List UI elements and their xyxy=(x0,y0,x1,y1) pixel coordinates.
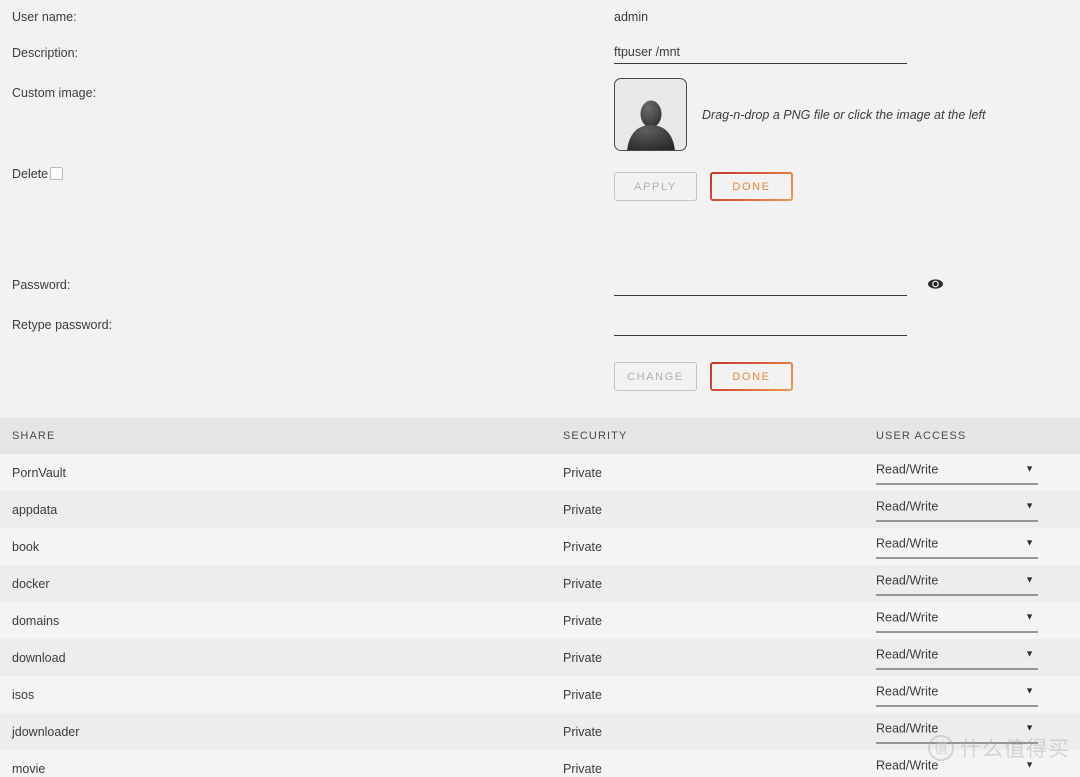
user-access-value: Read/Write xyxy=(876,610,939,624)
share-name-cell: book xyxy=(12,539,40,554)
table-row: docker Private Read/Write ▼ xyxy=(0,565,1080,602)
drag-drop-hint: Drag-n-drop a PNG file or click the imag… xyxy=(702,108,986,122)
user-access-value: Read/Write xyxy=(876,536,939,550)
user-access-value: Read/Write xyxy=(876,462,939,476)
user-access-value: Read/Write xyxy=(876,684,939,698)
table-row: appdata Private Read/Write ▼ xyxy=(0,491,1080,528)
table-row: PornVault Private Read/Write ▼ xyxy=(0,454,1080,491)
security-cell: Private xyxy=(563,576,602,591)
user-access-select[interactable]: Read/Write ▼ xyxy=(876,683,1038,706)
user-access-value: Read/Write xyxy=(876,573,939,587)
avatar-dropzone[interactable] xyxy=(614,78,687,151)
password-label: Password: xyxy=(12,278,71,292)
security-cell: Private xyxy=(563,650,602,665)
user-access-value: Read/Write xyxy=(876,721,939,735)
share-name-cell: domains xyxy=(12,613,60,628)
security-cell: Private xyxy=(563,687,602,702)
chevron-down-icon: ▼ xyxy=(1025,611,1034,621)
table-row: jdownloader Private Read/Write ▼ xyxy=(0,713,1080,750)
password-done-button[interactable]: DONE xyxy=(710,362,793,391)
table-row: download Private Read/Write ▼ xyxy=(0,639,1080,676)
user-settings-page: User name: admin Description: Custom ima… xyxy=(0,0,1080,777)
password-input[interactable] xyxy=(614,276,907,296)
chevron-down-icon: ▼ xyxy=(1025,500,1034,510)
user-done-button[interactable]: DONE xyxy=(710,172,793,201)
share-name-cell: movie xyxy=(12,761,46,776)
table-row: book Private Read/Write ▼ xyxy=(0,528,1080,565)
apply-button[interactable]: APPLY xyxy=(614,172,697,201)
chevron-down-icon: ▼ xyxy=(1025,722,1034,732)
user-access-select[interactable]: Read/Write ▼ xyxy=(876,720,1038,743)
user-form: User name: admin Description: Custom ima… xyxy=(0,0,1080,412)
user-access-select[interactable]: Read/Write ▼ xyxy=(876,535,1038,558)
username-label: User name: xyxy=(12,10,77,24)
table-header-row: SHARE SECURITY USER ACCESS xyxy=(0,418,1080,454)
security-cell: Private xyxy=(563,539,602,554)
table-row: isos Private Read/Write ▼ xyxy=(0,676,1080,713)
delete-checkbox[interactable] xyxy=(50,167,63,180)
security-cell: Private xyxy=(563,761,602,776)
security-cell: Private xyxy=(563,502,602,517)
change-button[interactable]: CHANGE xyxy=(614,362,697,391)
security-cell: Private xyxy=(563,465,602,480)
user-access-value: Read/Write xyxy=(876,758,939,772)
column-header-security: SECURITY xyxy=(563,430,628,442)
share-name-cell: appdata xyxy=(12,502,58,517)
security-cell: Private xyxy=(563,613,602,628)
user-access-select[interactable]: Read/Write ▼ xyxy=(876,609,1038,632)
user-access-value: Read/Write xyxy=(876,647,939,661)
column-header-user-access: USER ACCESS xyxy=(876,430,967,442)
description-label: Description: xyxy=(12,46,78,60)
username-value: admin xyxy=(614,10,649,24)
share-name-cell: docker xyxy=(12,576,50,591)
eye-icon[interactable] xyxy=(927,277,944,291)
user-access-select[interactable]: Read/Write ▼ xyxy=(876,646,1038,669)
security-cell: Private xyxy=(563,724,602,739)
shares-table: SHARE SECURITY USER ACCESS PornVault Priv… xyxy=(0,418,1080,777)
chevron-down-icon: ▼ xyxy=(1025,685,1034,695)
user-access-select[interactable]: Read/Write ▼ xyxy=(876,461,1038,484)
chevron-down-icon: ▼ xyxy=(1025,463,1034,473)
user-access-select[interactable]: Read/Write ▼ xyxy=(876,572,1038,595)
share-name-cell: jdownloader xyxy=(12,724,80,739)
description-input[interactable] xyxy=(614,44,907,64)
user-access-select[interactable]: Read/Write ▼ xyxy=(876,498,1038,521)
user-access-value: Read/Write xyxy=(876,499,939,513)
chevron-down-icon: ▼ xyxy=(1025,648,1034,658)
share-name-cell: isos xyxy=(12,687,35,702)
custom-image-label: Custom image: xyxy=(12,86,97,100)
retype-password-input[interactable] xyxy=(614,316,907,336)
share-name-cell: download xyxy=(12,650,66,665)
user-silhouette-icon xyxy=(623,98,679,150)
chevron-down-icon: ▼ xyxy=(1025,759,1034,769)
share-name-cell: PornVault xyxy=(12,465,66,480)
table-row: movie Private Read/Write ▼ xyxy=(0,750,1080,777)
chevron-down-icon: ▼ xyxy=(1025,537,1034,547)
retype-password-label: Retype password: xyxy=(12,318,113,332)
column-header-share: SHARE xyxy=(12,430,56,442)
chevron-down-icon: ▼ xyxy=(1025,574,1034,584)
table-row: domains Private Read/Write ▼ xyxy=(0,602,1080,639)
delete-label: Delete xyxy=(12,167,49,181)
user-access-select[interactable]: Read/Write ▼ xyxy=(876,757,1038,777)
